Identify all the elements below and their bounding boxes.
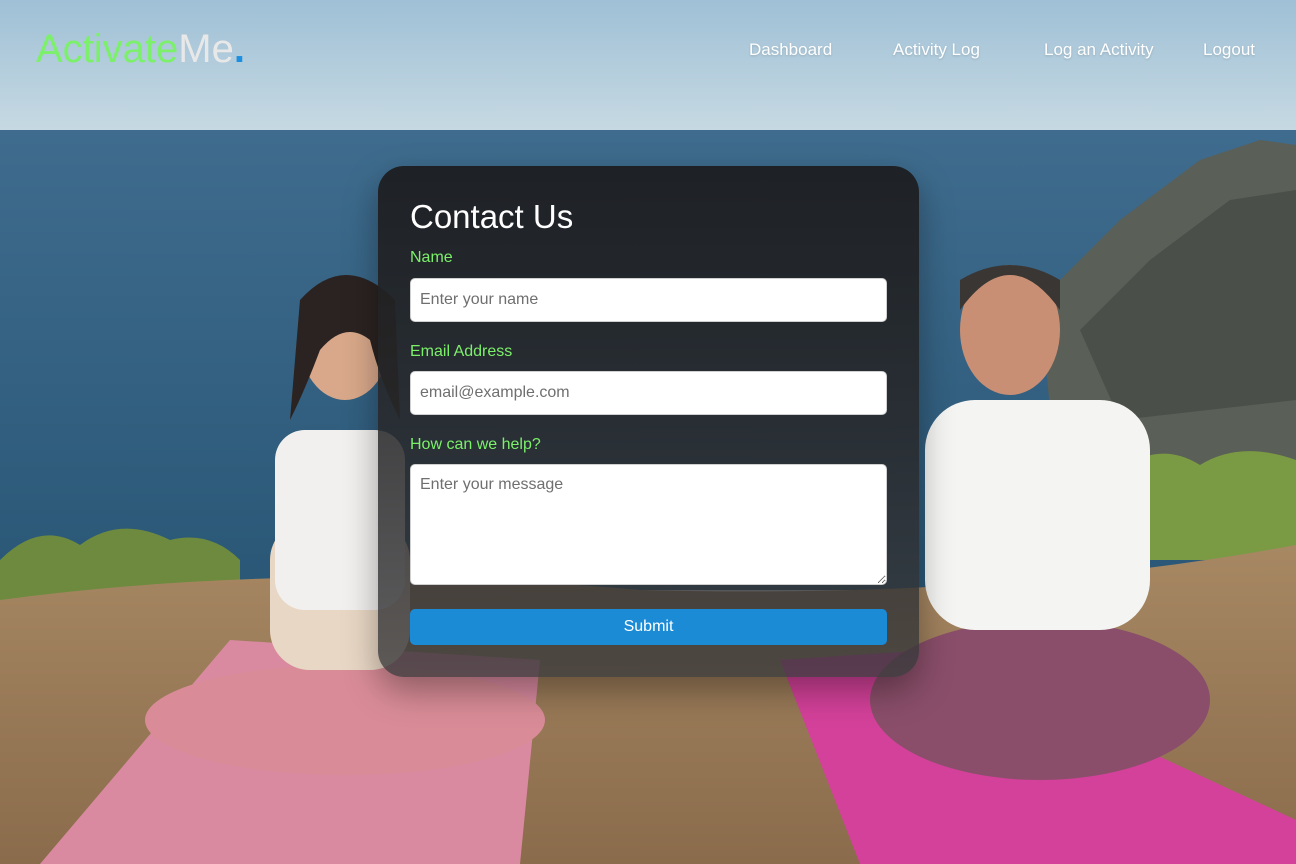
submit-button[interactable]: Submit <box>410 609 887 645</box>
top-navbar: ActivateMe. Dashboard Activity Log Log a… <box>0 0 1296 100</box>
nav-dashboard[interactable]: Dashboard <box>749 40 832 60</box>
message-label: How can we help? <box>410 436 541 453</box>
brand-part-activate: Activate <box>36 27 179 71</box>
email-input[interactable] <box>410 371 887 415</box>
name-input[interactable] <box>410 278 887 322</box>
nav-activity-log[interactable]: Activity Log <box>893 40 980 60</box>
message-textarea[interactable] <box>410 464 887 585</box>
brand-part-me: Me <box>178 27 234 71</box>
contact-form-title: Contact Us <box>410 198 574 235</box>
name-label: Name <box>410 249 453 266</box>
email-label: Email Address <box>410 343 513 360</box>
contact-form-card: Contact Us Name Email Address How can we… <box>378 166 919 677</box>
brand-dot: . <box>233 27 245 71</box>
brand-logo[interactable]: ActivateMe. <box>36 27 245 71</box>
nav-log-an-activity[interactable]: Log an Activity <box>1044 40 1154 60</box>
nav-logout[interactable]: Logout <box>1203 40 1255 60</box>
